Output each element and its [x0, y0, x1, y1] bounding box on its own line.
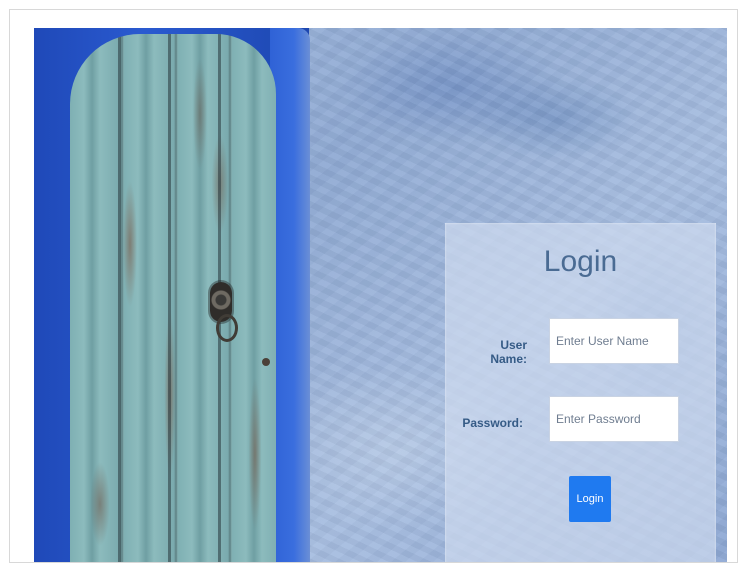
- password-label: Password:: [462, 416, 523, 430]
- login-button[interactable]: Login: [569, 476, 611, 522]
- door-wear: [70, 34, 276, 562]
- door-frame-edge: [270, 28, 310, 562]
- username-input[interactable]: [549, 318, 679, 364]
- password-input[interactable]: [549, 396, 679, 442]
- door-ring-icon: [216, 314, 238, 342]
- plank-gap: [118, 34, 121, 562]
- plank-gap: [168, 34, 171, 562]
- username-label: User Name:: [490, 338, 527, 366]
- door-rivet-icon: [262, 358, 270, 366]
- background-image: Login User Name: Password: Login: [34, 28, 727, 562]
- wooden-door: [70, 34, 276, 562]
- login-panel: Login User Name: Password: Login: [445, 223, 716, 562]
- login-title: Login: [543, 245, 618, 278]
